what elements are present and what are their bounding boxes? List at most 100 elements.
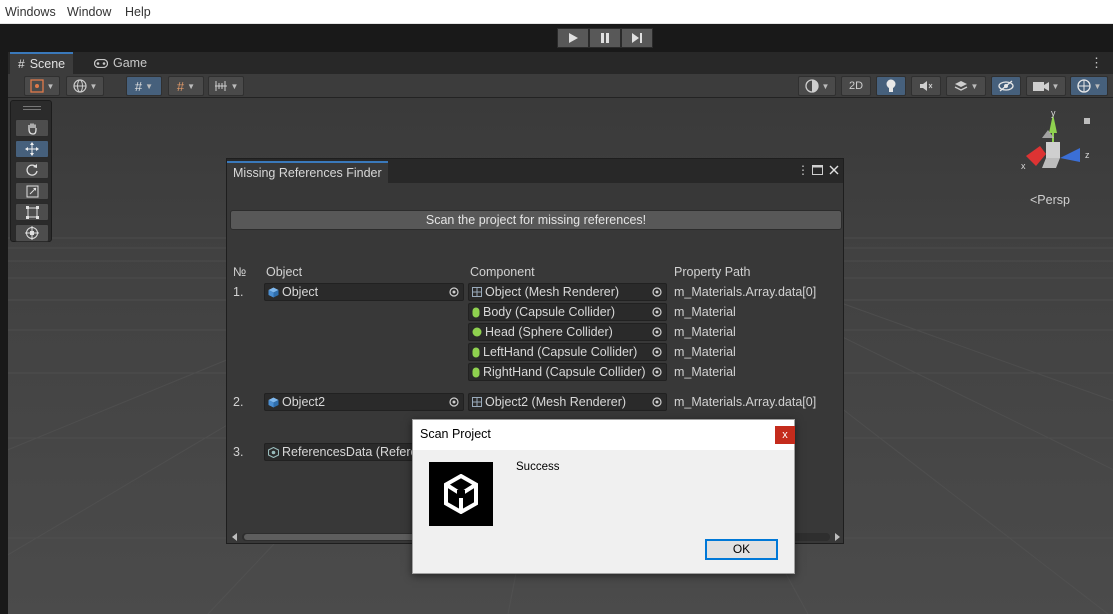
component-field[interactable]: LeftHand (Capsule Collider) [468, 343, 667, 361]
target-icon [449, 287, 459, 297]
hand-icon [28, 123, 37, 135]
component-picker-button[interactable] [648, 344, 666, 360]
scan-project-dialog: Scan Project x Success OK [412, 419, 795, 574]
component-picker-button[interactable] [648, 304, 666, 320]
ok-button[interactable]: OK [705, 539, 778, 560]
tab-game[interactable]: Game [86, 52, 155, 74]
transform-tool-button[interactable] [15, 224, 49, 242]
gizmo-axis-y-label: y [1051, 108, 1056, 118]
palette-drag-handle[interactable] [23, 106, 41, 107]
finder-window-tab[interactable]: Missing References Finder [227, 161, 388, 183]
move-arrows-icon [25, 142, 39, 156]
property-path-text: m_Material [674, 325, 736, 339]
lightbulb-icon [886, 79, 896, 92]
target-icon [652, 327, 662, 337]
projection-toggle-label[interactable]: <Persp [1030, 193, 1070, 207]
menu-help[interactable]: Help [125, 5, 151, 19]
dialog-message: Success [516, 461, 560, 473]
component-picker-button[interactable] [648, 324, 666, 340]
gameobject-cube-icon [268, 287, 279, 297]
component-field[interactable]: RightHand (Capsule Collider) [468, 363, 667, 381]
lighting-toggle-button[interactable] [876, 76, 906, 96]
column-header-component: Component [470, 265, 535, 279]
capsule-collider-icon [472, 347, 480, 357]
capsule-collider-icon [472, 307, 480, 317]
component-field[interactable]: Object (Mesh Renderer) [468, 283, 667, 301]
move-tool-button[interactable] [15, 140, 49, 158]
grid-snap-button[interactable]: # ▼ [168, 76, 204, 96]
pause-icon [601, 33, 609, 43]
camera-settings-button[interactable]: ▼ [1026, 76, 1066, 96]
scroll-left-icon[interactable] [232, 533, 237, 541]
palette-drag-handle-line [23, 109, 41, 110]
scroll-right-icon[interactable] [835, 533, 840, 541]
pause-button[interactable] [589, 28, 621, 48]
property-path-text: m_Materials.Array.data[0] [674, 285, 817, 299]
property-path-text: m_Material [674, 345, 736, 359]
finder-title-bar: Missing References Finder ⋮ [227, 159, 843, 183]
rect-transform-icon [25, 205, 39, 219]
mesh-renderer-icon [472, 287, 482, 297]
scale-tool-button[interactable] [15, 182, 49, 200]
column-header-object: Object [266, 265, 303, 279]
grid-toggle-button[interactable]: # ▼ [126, 76, 162, 96]
rect-tool-button[interactable] [15, 203, 49, 221]
component-picker-button[interactable] [648, 394, 666, 410]
component-field[interactable]: Body (Capsule Collider) [468, 303, 667, 321]
row-number: 2. [233, 395, 244, 409]
main-toolbar [0, 24, 1113, 52]
object-field[interactable]: Object [264, 283, 464, 301]
component-picker-button[interactable] [648, 364, 666, 380]
scan-project-button[interactable]: Scan the project for missing references! [230, 210, 842, 230]
component-field[interactable]: Head (Sphere Collider) [468, 323, 667, 341]
step-button[interactable] [621, 28, 653, 48]
target-icon [652, 367, 662, 377]
column-header-number: № [233, 265, 247, 279]
object-picker-button[interactable] [445, 394, 463, 410]
unity-logo [429, 462, 493, 526]
close-icon[interactable] [829, 165, 839, 175]
audio-toggle-button[interactable] [911, 76, 941, 96]
chevron-down-icon: ▼ [187, 81, 196, 91]
hand-tool-button[interactable] [15, 119, 49, 137]
chevron-down-icon: ▼ [230, 81, 239, 91]
ruler-icon [214, 81, 227, 91]
shading-mode-button[interactable]: ▼ [798, 76, 836, 96]
menu-window[interactable]: Window [67, 5, 111, 19]
increment-snap-button[interactable]: ▼ [208, 76, 244, 96]
toggle-2d-button[interactable]: 2D [841, 76, 871, 96]
chevron-down-icon: ▼ [89, 81, 98, 91]
object-picker-button[interactable] [445, 284, 463, 300]
gizmo-icon [1076, 79, 1091, 93]
gameobject-cube-icon [268, 397, 279, 407]
tool-handle-rotation-button[interactable]: ▼ [66, 76, 104, 96]
sphere-collider-icon [472, 327, 482, 337]
gizmo-axis-x-label: x [1021, 161, 1026, 171]
target-icon [652, 397, 662, 407]
component-field-label: LeftHand (Capsule Collider) [483, 345, 638, 359]
menu-windows[interactable]: Windows [5, 5, 56, 19]
chevron-down-icon: ▼ [46, 81, 55, 91]
camera-icon [1032, 81, 1049, 91]
rotate-tool-button[interactable] [15, 161, 49, 179]
rotate-icon [26, 164, 38, 176]
target-icon [652, 347, 662, 357]
maximize-icon[interactable] [812, 165, 823, 175]
component-picker-button[interactable] [648, 284, 666, 300]
component-field[interactable]: Object2 (Mesh Renderer) [468, 393, 667, 411]
more-options-icon[interactable]: ⋮ [1090, 55, 1103, 71]
play-button[interactable] [557, 28, 589, 48]
scene-tab-bar: # Scene Game ⋮ [8, 52, 1113, 74]
dialog-title: Scan Project [420, 427, 491, 441]
tab-scene[interactable]: # Scene [10, 52, 74, 74]
object-field[interactable]: Object2 [264, 393, 464, 411]
effects-toggle-button[interactable]: ▼ [946, 76, 986, 96]
tool-handle-position-button[interactable]: ▼ [24, 76, 60, 96]
more-options-icon[interactable]: ⋮ [797, 163, 809, 177]
row-number: 1. [233, 285, 244, 299]
scene-visibility-button[interactable] [991, 76, 1021, 96]
property-path-text: m_Materials.Array.data[0] [674, 395, 817, 409]
dialog-close-button[interactable]: x [775, 426, 795, 444]
gizmos-button[interactable]: ▼ [1070, 76, 1108, 96]
audio-muted-icon [920, 81, 933, 91]
